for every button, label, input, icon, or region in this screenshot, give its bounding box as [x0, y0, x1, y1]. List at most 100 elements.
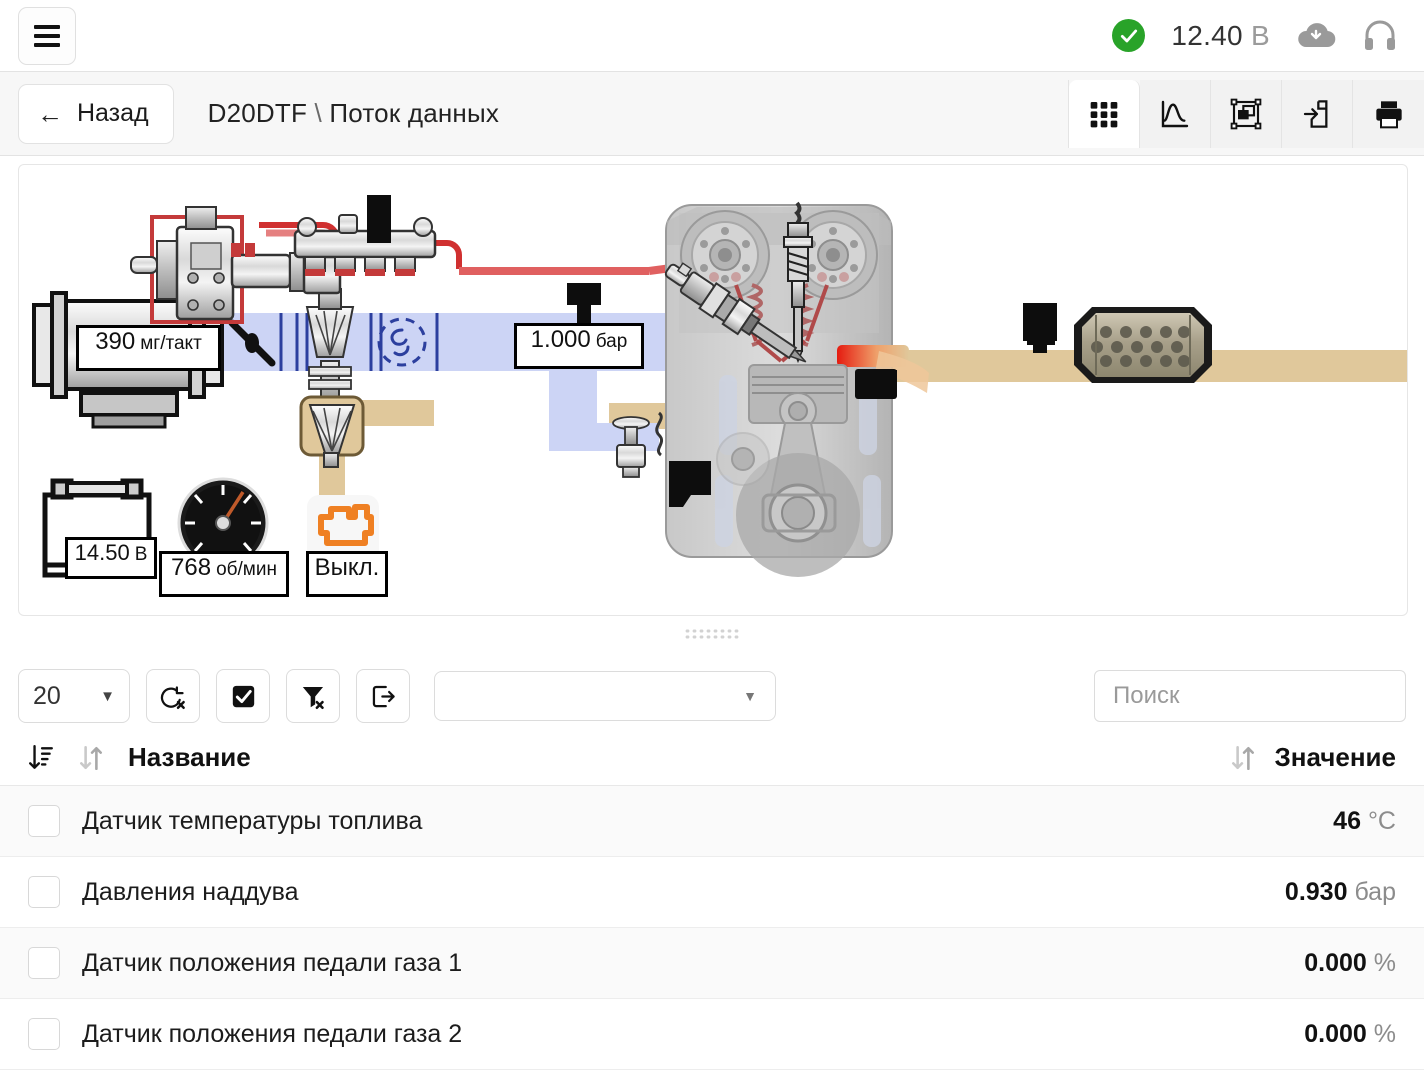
filter-clear-icon	[302, 686, 324, 709]
grid-view-button[interactable]	[1069, 79, 1140, 148]
clear-filter-button[interactable]	[286, 669, 340, 723]
table-controls: 20 ▼ ▼	[0, 660, 1424, 732]
status-indicators: 12.40 В	[1112, 18, 1398, 54]
search-input[interactable]	[1113, 682, 1387, 710]
row-checkbox[interactable]	[28, 947, 60, 979]
sort-value-button[interactable]	[1230, 744, 1256, 772]
table-row[interactable]: Датчик положения педали газа 1 0.000 %	[0, 928, 1424, 999]
table-row[interactable]: Датчик температуры топлива 46 °C	[0, 786, 1424, 857]
table-row[interactable]: Датчик положения педали газа 2 0.000 %	[0, 999, 1424, 1070]
breadcrumb-toolbar: ← Назад D20DTF \ Поток данных	[0, 72, 1424, 156]
value-number: 0.930	[1284, 877, 1348, 906]
parameter-value: 46 °C	[1333, 807, 1396, 836]
parameter-group-select[interactable]: ▼	[434, 671, 776, 721]
value-number: 46	[1333, 806, 1361, 835]
export-button[interactable]	[356, 669, 410, 723]
hamburger-menu-icon	[34, 24, 60, 29]
document-import-icon	[1303, 99, 1328, 128]
boost-pressure-unit: бар	[595, 331, 628, 352]
printer-icon	[1375, 100, 1402, 128]
row-checkbox[interactable]	[28, 805, 60, 837]
sort-descending-button[interactable]	[28, 744, 54, 772]
row-checkbox[interactable]	[28, 1018, 60, 1050]
breadcrumb: D20DTF \ Поток данных	[208, 98, 499, 129]
hamburger-menu-button[interactable]	[18, 6, 76, 65]
voltage-value: 12.40	[1171, 19, 1243, 51]
export-arrow-icon	[372, 685, 395, 707]
engine-rpm-value: 768	[171, 554, 212, 581]
sort-descending-icon	[29, 744, 53, 769]
print-button[interactable]	[1353, 79, 1424, 148]
mil-status-label: Выкл.	[306, 551, 388, 597]
sort-toggle-icon	[80, 745, 102, 770]
battery-voltage-readout: 12.40 В	[1171, 20, 1270, 52]
graph-view-button[interactable]	[1140, 79, 1211, 148]
parameter-value: 0.930 бар	[1285, 878, 1396, 907]
engine-rpm-label: 768 об/мин	[159, 551, 289, 597]
back-arrow-icon: ←	[37, 98, 63, 129]
back-button-label: Назад	[77, 99, 149, 127]
parameter-name: Датчик положения педали газа 1	[82, 948, 463, 977]
green-check-circle-icon	[1112, 19, 1146, 52]
breadcrumb-separator: \	[314, 98, 322, 128]
clear-query-icon	[160, 685, 185, 709]
parameter-value: 0.000 %	[1304, 949, 1396, 978]
table-row[interactable]: Давления наддува 0.930 бар	[0, 857, 1424, 928]
page-size-value: 20	[33, 681, 61, 710]
back-button[interactable]: ← Назад	[18, 83, 174, 144]
row-checkbox[interactable]	[28, 876, 60, 908]
diagram-view-button[interactable]	[1211, 79, 1282, 148]
engine-cross-section	[664, 201, 929, 577]
breadcrumb-vehicle[interactable]: D20DTF	[208, 98, 307, 128]
top-status-bar: 12.40 В	[0, 0, 1424, 72]
line-chart-icon	[1161, 100, 1189, 127]
battery-voltage-label: 14.50 В	[65, 537, 157, 579]
engine-schematic	[32, 195, 1407, 578]
battery-voltage-unit: В	[134, 544, 148, 565]
parameter-name: Датчик температуры топлива	[82, 806, 423, 835]
view-toolbar	[1068, 79, 1424, 148]
value-number: 0.000	[1304, 1019, 1367, 1048]
air-mass-unit: мг/такт	[140, 333, 202, 354]
sort-name-button[interactable]	[78, 744, 104, 772]
resize-grip-icon	[684, 627, 740, 641]
panel-resize-handle[interactable]	[0, 620, 1424, 648]
import-button[interactable]	[1282, 79, 1353, 148]
checkbox-checked-icon	[232, 685, 254, 707]
value-unit: %	[1373, 1019, 1396, 1048]
air-mass-value: 390	[95, 328, 136, 355]
page-size-select[interactable]: 20 ▼	[18, 669, 130, 723]
cloud-download-icon[interactable]	[1296, 22, 1336, 50]
boost-pressure-label: 1.000 бар	[514, 323, 644, 369]
engine-rpm-unit: об/мин	[216, 559, 277, 580]
parameter-value: 0.000 %	[1304, 1020, 1396, 1049]
battery-voltage-value: 14.50	[74, 540, 130, 565]
voltage-unit: В	[1251, 19, 1270, 51]
sort-toggle-icon	[1232, 745, 1255, 770]
common-rail	[293, 195, 437, 276]
chevron-down-icon: ▼	[100, 687, 115, 705]
breadcrumb-page: Поток данных	[329, 98, 500, 128]
air-mass-label: 390 мг/такт	[76, 325, 221, 371]
search-box[interactable]	[1094, 670, 1406, 722]
headset-support-icon[interactable]	[1362, 18, 1398, 54]
grid-icon	[1090, 101, 1118, 127]
clear-query-button[interactable]	[146, 669, 200, 723]
column-header-value: Значение	[1274, 742, 1396, 772]
boost-pressure-value: 1.000	[530, 326, 591, 353]
engine-schematic-panel[interactable]: 390 мг/такт 1.000 бар 14.50 В 768 об/мин…	[18, 164, 1408, 616]
value-unit: %	[1373, 948, 1396, 977]
column-header-name: Название	[128, 742, 251, 772]
value-number: 0.000	[1304, 948, 1367, 977]
parameter-name: Давления наддува	[82, 877, 299, 906]
chevron-down-icon: ▼	[743, 688, 757, 704]
rail-pressure-sensor	[367, 195, 391, 243]
value-unit: °C	[1367, 806, 1396, 835]
select-all-button[interactable]	[216, 669, 270, 723]
parameter-name: Датчик положения педали газа 2	[82, 1019, 463, 1048]
table-header: Название Значение	[0, 730, 1424, 786]
value-unit: бар	[1354, 877, 1396, 906]
frame-select-icon	[1230, 98, 1262, 129]
intake-air-path	[217, 313, 734, 471]
mil-status-value: Выкл.	[314, 554, 380, 581]
